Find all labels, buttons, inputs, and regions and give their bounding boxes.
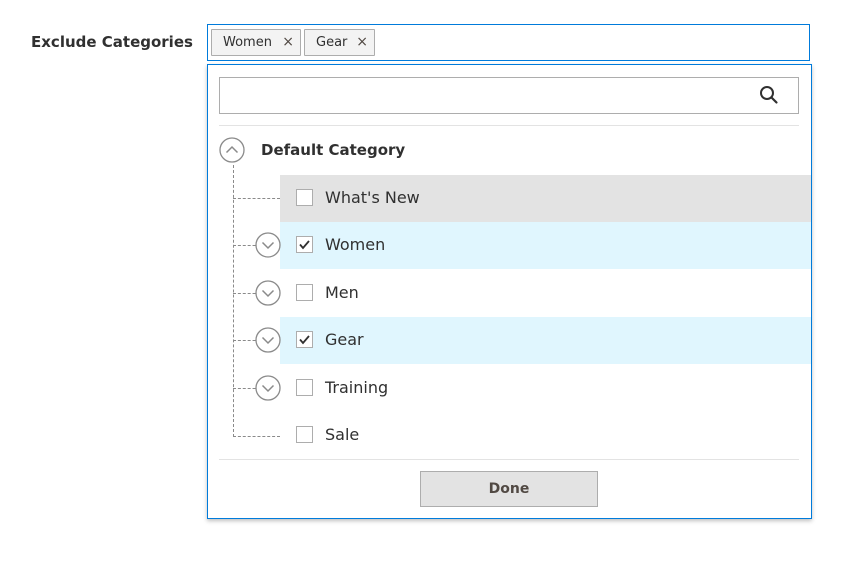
checkbox[interactable] [296, 331, 313, 348]
chevron-down-icon[interactable] [255, 232, 281, 258]
checkbox[interactable] [296, 379, 313, 396]
chip-label: Women [223, 35, 272, 50]
option-men[interactable]: Men [280, 270, 811, 317]
chip-women: Women × [211, 29, 301, 56]
option-label: Sale [325, 425, 360, 444]
root-category-label: Default Category [261, 141, 406, 159]
option-label: Women [325, 235, 386, 254]
chip-remove-icon[interactable]: × [356, 30, 368, 55]
chip-remove-icon[interactable]: × [282, 30, 294, 55]
checkbox[interactable] [296, 284, 313, 301]
checkbox[interactable] [296, 189, 313, 206]
divider [219, 459, 799, 460]
option-gear[interactable]: Gear [280, 317, 811, 364]
option-sale[interactable]: Sale [280, 412, 811, 459]
option-training[interactable]: Training [280, 365, 811, 412]
option-label: Training [325, 378, 389, 397]
search-area [219, 77, 799, 114]
divider [219, 125, 799, 126]
search-icon[interactable] [759, 85, 779, 105]
tree-branch-line [233, 436, 280, 437]
exclude-categories-label: Exclude Categories [31, 33, 193, 51]
option-women[interactable]: Women [280, 222, 811, 269]
checkmark-icon [299, 335, 310, 345]
checkbox[interactable] [296, 426, 313, 443]
chevron-down-icon[interactable] [255, 327, 281, 353]
checkmark-icon [299, 240, 310, 250]
category-dropdown: Default Category What's New Women Men Ge… [207, 64, 812, 519]
checkbox[interactable] [296, 236, 313, 253]
selected-categories-box[interactable]: Women × Gear × [207, 24, 810, 61]
chevron-down-icon[interactable] [255, 375, 281, 401]
done-button[interactable]: Done [420, 471, 598, 507]
chevron-down-icon[interactable] [255, 280, 281, 306]
search-input[interactable] [219, 77, 799, 114]
option-label: Men [325, 283, 359, 302]
chip-gear: Gear × [304, 29, 375, 56]
chevron-up-icon[interactable] [219, 137, 245, 163]
chip-label: Gear [316, 35, 348, 50]
option-label: What's New [325, 188, 420, 207]
option-whats-new[interactable]: What's New [280, 175, 811, 222]
option-label: Gear [325, 330, 364, 349]
tree-branch-line [233, 198, 280, 199]
tree-line [233, 165, 234, 437]
